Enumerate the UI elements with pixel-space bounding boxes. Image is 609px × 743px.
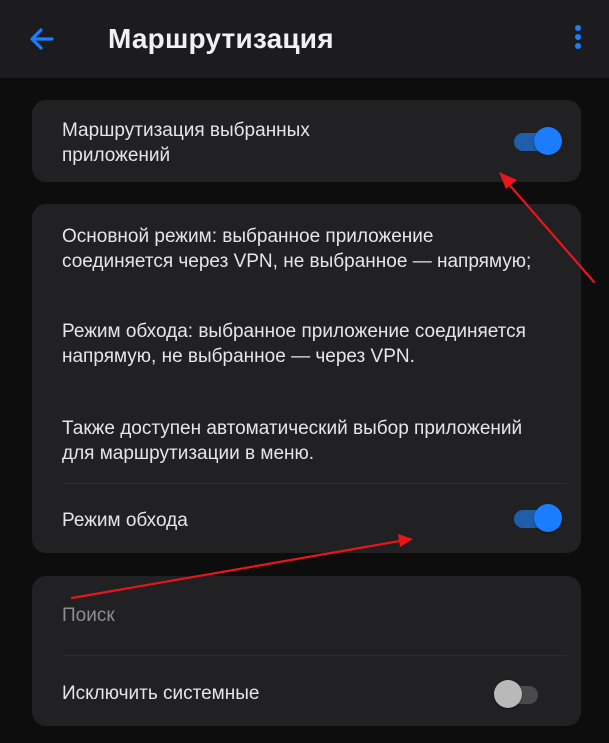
main-mode-description: Основной режим: выбранное приложение сое… xyxy=(62,226,532,272)
divider xyxy=(62,483,567,484)
auto-selection-description: Также доступен автоматический выбор прил… xyxy=(62,418,523,464)
more-vertical-icon xyxy=(575,25,581,49)
search-input[interactable]: Поиск xyxy=(62,603,115,628)
bypass-mode-label: Режим обхода xyxy=(62,510,188,531)
back-button[interactable] xyxy=(22,19,62,59)
app-bar: Маршрутизация xyxy=(0,0,609,78)
mode-card: Основной режим: выбранное приложение сое… xyxy=(32,204,581,553)
routing-card: Маршрутизация выбранных приложений xyxy=(32,100,581,182)
arrow-left-icon xyxy=(30,28,54,50)
divider xyxy=(62,655,567,656)
apps-card: Поиск Исключить системные xyxy=(32,576,581,726)
exclude-system-label: Исключить системные xyxy=(62,683,260,704)
bypass-mode-description: Режим обхода: выбранное приложение соеди… xyxy=(62,321,526,367)
routing-selected-apps-toggle[interactable] xyxy=(512,127,562,155)
page-title: Маршрутизация xyxy=(108,23,334,54)
exclude-system-toggle[interactable] xyxy=(494,680,542,708)
toggle-thumb xyxy=(534,127,562,155)
routing-selected-apps-label: Маршрутизация выбранных приложений xyxy=(62,120,310,166)
bypass-mode-toggle[interactable] xyxy=(512,504,562,532)
overflow-menu-button[interactable] xyxy=(564,18,592,58)
toggle-thumb xyxy=(494,680,522,708)
toggle-thumb xyxy=(534,504,562,532)
